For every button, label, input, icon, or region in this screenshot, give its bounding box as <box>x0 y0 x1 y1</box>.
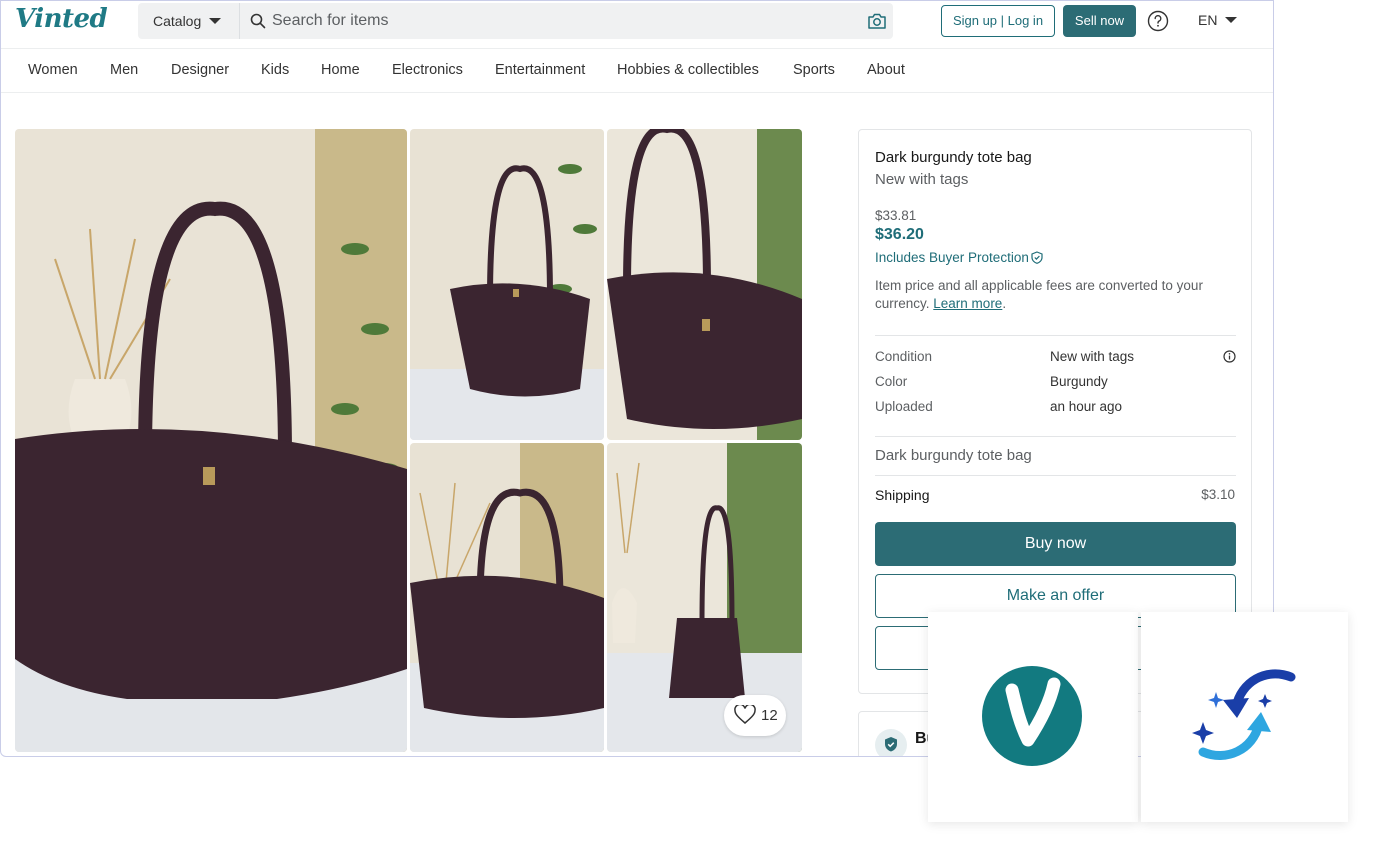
currency-note: Item price and all applicable fees are c… <box>875 278 1203 311</box>
refresh-sparkle-icon <box>1192 669 1296 760</box>
info-icon[interactable] <box>1223 350 1236 363</box>
search-input[interactable] <box>272 3 852 39</box>
shield-badge <box>875 729 907 756</box>
chevron-down-icon <box>1225 17 1238 23</box>
nav-item-kids[interactable]: Kids <box>261 62 289 78</box>
detail-label-color: Color <box>875 374 908 389</box>
nav-item-women[interactable]: Women <box>28 62 78 78</box>
thumb-photo-1[interactable] <box>410 129 604 440</box>
favourite-button[interactable]: 12 <box>724 695 786 736</box>
nav-item-designer[interactable]: Designer <box>171 62 229 78</box>
detail-label-uploaded: Uploaded <box>875 399 933 414</box>
shipping-value: $3.10 <box>1201 487 1235 502</box>
language-selector[interactable]: EN <box>1198 12 1238 28</box>
shield-icon <box>885 737 897 752</box>
currency-note-text: Item price and all applicable fees are c… <box>875 278 1203 311</box>
category-nav: Women Men Designer Kids Home Electronics… <box>1 48 1273 93</box>
top-header: Vinted Catalog Sign up | Log in Sell now… <box>1 1 1273 43</box>
vinted-logo[interactable]: Vinted <box>15 4 108 34</box>
buy-now-button[interactable]: Buy now <box>875 522 1236 566</box>
buyer-protection-text: Includes Buyer Protection <box>875 250 1029 265</box>
divider <box>875 475 1236 476</box>
detail-label-condition: Condition <box>875 349 933 364</box>
learn-more-link[interactable]: Learn more <box>933 296 1002 311</box>
heart-icon <box>734 705 756 724</box>
catalog-label: Catalog <box>153 13 202 29</box>
item-condition-subtitle: New with tags <box>875 171 969 188</box>
detail-value-condition: New with tags <box>1050 349 1135 364</box>
detail-value-color: Burgundy <box>1050 374 1108 389</box>
nav-item-home[interactable]: Home <box>321 62 360 78</box>
nav-item-about[interactable]: About <box>867 62 905 78</box>
item-title: Dark burgundy tote bag <box>875 149 1032 166</box>
search-icon <box>250 13 266 29</box>
item-price: $33.81 <box>875 208 917 223</box>
item-details-panel: Dark burgundy tote bag New with tags $33… <box>858 129 1252 694</box>
main-photo[interactable] <box>15 129 407 752</box>
vinted-logo-card <box>928 612 1138 822</box>
signup-login-button[interactable]: Sign up | Log in <box>941 5 1055 37</box>
shield-icon <box>1031 251 1043 264</box>
nav-item-men[interactable]: Men <box>110 62 138 78</box>
favourite-count: 12 <box>761 707 778 724</box>
camera-icon[interactable] <box>867 12 887 30</box>
item-description: Dark burgundy tote bag <box>875 447 1032 464</box>
nav-item-entertainment[interactable]: Entertainment <box>495 62 585 78</box>
chevron-down-icon <box>209 18 222 24</box>
sync-logo-card <box>1141 612 1348 822</box>
language-label: EN <box>1198 12 1218 28</box>
nav-item-hobbies[interactable]: Hobbies & collectibles <box>617 62 759 78</box>
nav-item-sports[interactable]: Sports <box>793 62 835 78</box>
help-icon[interactable] <box>1147 10 1169 32</box>
divider <box>875 335 1236 336</box>
buyer-protection-link[interactable]: Includes Buyer Protection <box>875 250 1043 265</box>
thumb-photo-2[interactable] <box>607 129 802 440</box>
catalog-dropdown[interactable]: Catalog <box>138 3 240 39</box>
search-bar: Catalog <box>138 3 893 39</box>
nav-item-electronics[interactable]: Electronics <box>392 62 463 78</box>
item-total-price: $36.20 <box>875 226 924 243</box>
thumb-photo-3[interactable] <box>410 443 604 752</box>
sell-now-button[interactable]: Sell now <box>1063 5 1136 37</box>
shipping-label: Shipping <box>875 487 930 503</box>
vinted-logo-icon <box>982 666 1082 766</box>
divider <box>875 436 1236 437</box>
detail-value-uploaded: an hour ago <box>1050 399 1123 414</box>
